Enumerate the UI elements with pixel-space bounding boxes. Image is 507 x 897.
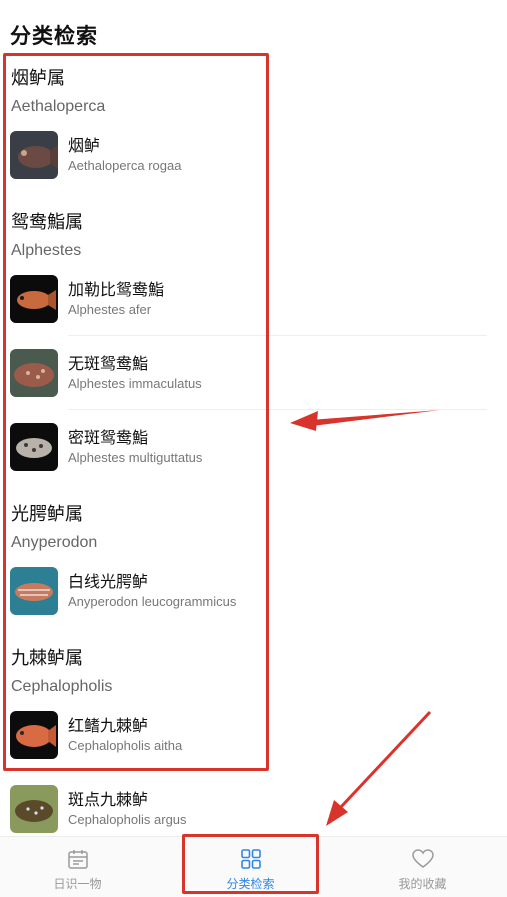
fish-thumbnail: [10, 785, 58, 833]
species-latin: Cephalopholis argus: [68, 812, 187, 827]
calendar-icon: [66, 847, 90, 871]
highlight-box: [3, 53, 269, 771]
tab-label: 日识一物: [53, 877, 102, 891]
heart-icon: [411, 847, 435, 871]
tab-label: 我的收藏: [398, 877, 447, 891]
highlight-tab-box: [182, 834, 319, 894]
tab-daily[interactable]: 日识一物: [0, 837, 155, 897]
species-name: 斑点九棘鲈: [68, 790, 149, 809]
page-title: 分类检索: [10, 24, 98, 48]
tab-favorites[interactable]: 我的收藏: [345, 837, 500, 897]
